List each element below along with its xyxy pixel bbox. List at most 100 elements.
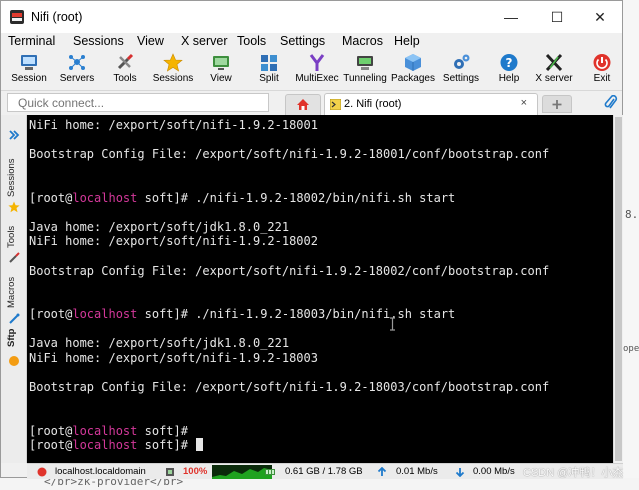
terminal-scrollbar[interactable] bbox=[613, 115, 623, 463]
terminal-line: NiFi home: /export/soft/nifi-1.9.2-18001 bbox=[29, 118, 318, 132]
window-title: Nifi (root) bbox=[31, 10, 83, 24]
command-text: ./nifi-1.9.2-18002/bin/nifi.sh start bbox=[195, 190, 456, 205]
session-icon bbox=[21, 55, 37, 70]
prompt-path: soft]# bbox=[137, 307, 196, 322]
app-icon bbox=[10, 10, 24, 24]
tunneling-icon bbox=[357, 56, 373, 70]
menu-xserver[interactable]: X server bbox=[181, 34, 228, 48]
home-icon bbox=[297, 99, 309, 110]
terminal-output[interactable]: NiFi home: /export/soft/nifi-1.9.2-18001… bbox=[27, 115, 613, 463]
minimize-button[interactable]: — bbox=[488, 1, 534, 33]
toolbar-exit-button[interactable]: Exit bbox=[574, 53, 630, 89]
terminal-line: NiFi home: /export/soft/nifi-1.9.2-18002 bbox=[29, 234, 318, 248]
sftp-icon bbox=[9, 356, 19, 366]
servers-icon bbox=[69, 55, 85, 70]
menu-sessions[interactable]: Sessions bbox=[73, 34, 124, 48]
download-arrow-icon bbox=[455, 468, 465, 477]
status-host: localhost.localdomain bbox=[55, 466, 146, 477]
new-tab-button[interactable] bbox=[542, 95, 572, 113]
prompt-path: soft]# bbox=[137, 438, 196, 453]
menu-view[interactable]: View bbox=[137, 34, 164, 48]
tab-close-icon[interactable]: × bbox=[521, 97, 527, 109]
cpu-icon bbox=[166, 468, 174, 476]
terminal-line: [root@localhost soft]# bbox=[29, 424, 188, 438]
maximize-button[interactable]: ☐ bbox=[534, 1, 580, 33]
cpu-graph bbox=[212, 465, 272, 479]
prompt-path: soft]# bbox=[137, 190, 196, 205]
settings-icon bbox=[454, 54, 470, 69]
output-text: NiFi home: /export/soft/nifi-1.9.2-18003 bbox=[29, 350, 318, 365]
menu-macros[interactable]: Macros bbox=[342, 34, 383, 48]
terminal-line: NiFi home: /export/soft/nifi-1.9.2-18003 bbox=[29, 351, 318, 365]
output-text: Java home: /export/soft/jdk1.8.0_221 bbox=[29, 219, 290, 234]
output-text: Bootstrap Config File: /export/soft/nifi… bbox=[29, 263, 550, 278]
menu-bar: Terminal Sessions View X server Tools Se… bbox=[1, 33, 622, 51]
background-fragment: ope bbox=[623, 344, 639, 354]
tab-row: 2. Nifi (root) × bbox=[1, 91, 622, 115]
output-text: Bootstrap Config File: /export/soft/nifi… bbox=[29, 147, 550, 162]
text-cursor-icon bbox=[390, 317, 395, 331]
status-cpu: 100% bbox=[183, 466, 208, 477]
view-icon bbox=[213, 56, 229, 70]
prompt-user: [root@ bbox=[29, 438, 73, 453]
memory-icon bbox=[265, 469, 275, 475]
terminal-line: Bootstrap Config File: /export/soft/nifi… bbox=[29, 147, 549, 161]
terminal-line: [root@localhost soft]# ./nifi-1.9.2-1800… bbox=[29, 191, 455, 205]
upload-arrow-icon bbox=[377, 467, 387, 476]
multiexec-icon bbox=[309, 54, 325, 71]
double-chevron-right-icon[interactable] bbox=[8, 129, 20, 141]
xserver-icon bbox=[545, 53, 563, 72]
sessions-star-icon bbox=[163, 53, 183, 72]
mobaxterm-window: Nifi (root) — ☐ ✕ Terminal Sessions View… bbox=[0, 0, 624, 479]
terminal-cursor bbox=[196, 438, 204, 452]
menu-help[interactable]: Help bbox=[394, 34, 420, 48]
tools-icon bbox=[117, 53, 134, 70]
help-icon: ? bbox=[500, 54, 518, 71]
menu-settings[interactable]: Settings bbox=[280, 34, 325, 48]
command-text: ./nifi-1.9.2-18003/bin/nifi.sh start bbox=[195, 307, 456, 322]
tools-icon bbox=[9, 252, 20, 263]
sidebar-item-sftp[interactable]: Sftp bbox=[6, 329, 17, 347]
macros-icon bbox=[9, 313, 20, 324]
status-upload: 0.01 Mb/s bbox=[396, 466, 438, 477]
host-icon bbox=[37, 467, 47, 477]
sidebar-item-macros[interactable]: Macros bbox=[6, 277, 17, 308]
output-text: NiFi home: /export/soft/nifi-1.9.2-18002 bbox=[29, 234, 318, 249]
background-fragment: 8. bbox=[625, 208, 639, 221]
toolbar: Session Servers Tools Sessions View Spli… bbox=[1, 51, 622, 91]
prompt-host: localhost bbox=[72, 190, 138, 205]
output-text: NiFi home: /export/soft/nifi-1.9.2-18001 bbox=[29, 118, 318, 132]
attach-icon[interactable] bbox=[604, 95, 618, 111]
packages-icon bbox=[405, 54, 421, 71]
status-memory: 0.61 GB / 1.78 GB bbox=[285, 466, 363, 477]
prompt-host: localhost bbox=[72, 438, 138, 453]
terminal-line: [root@localhost soft]# bbox=[29, 438, 204, 453]
watermark: CSDN @冲鸭！小杰 bbox=[523, 467, 624, 479]
home-tab[interactable] bbox=[285, 94, 321, 115]
title-bar: Nifi (root) — ☐ ✕ bbox=[1, 1, 622, 33]
prompt-user: [root@ bbox=[29, 307, 73, 322]
terminal-line: Java home: /export/soft/jdk1.8.0_221 bbox=[29, 336, 289, 350]
output-text: Bootstrap Config File: /export/soft/nifi… bbox=[29, 379, 550, 394]
exit-icon bbox=[593, 54, 611, 71]
terminal-line: Bootstrap Config File: /export/soft/nifi… bbox=[29, 264, 549, 278]
sessions-star-icon bbox=[8, 201, 20, 213]
prompt-host: localhost bbox=[72, 307, 138, 322]
output-text: Java home: /export/soft/jdk1.8.0_221 bbox=[29, 336, 290, 351]
sidebar-item-sessions[interactable]: Sessions bbox=[6, 158, 17, 197]
plus-icon bbox=[552, 100, 562, 109]
split-icon bbox=[261, 55, 277, 71]
left-sidebar: Sessions Tools Macros Sftp bbox=[1, 115, 27, 463]
prompt-user: [root@ bbox=[29, 190, 73, 205]
terminal-line: Bootstrap Config File: /export/soft/nifi… bbox=[29, 380, 549, 394]
sidebar-item-tools[interactable]: Tools bbox=[6, 226, 17, 248]
tab-nifi-root[interactable]: 2. Nifi (root) × bbox=[324, 93, 538, 115]
scrollbar-thumb[interactable] bbox=[615, 117, 622, 461]
menu-tools[interactable]: Tools bbox=[237, 34, 266, 48]
quick-connect-input[interactable] bbox=[7, 93, 269, 112]
prompt-host: localhost bbox=[72, 423, 138, 438]
menu-terminal[interactable]: Terminal bbox=[8, 34, 55, 48]
close-button[interactable]: ✕ bbox=[577, 1, 623, 33]
prompt-path: soft]# bbox=[137, 423, 188, 438]
svg-text:?: ? bbox=[506, 56, 513, 70]
